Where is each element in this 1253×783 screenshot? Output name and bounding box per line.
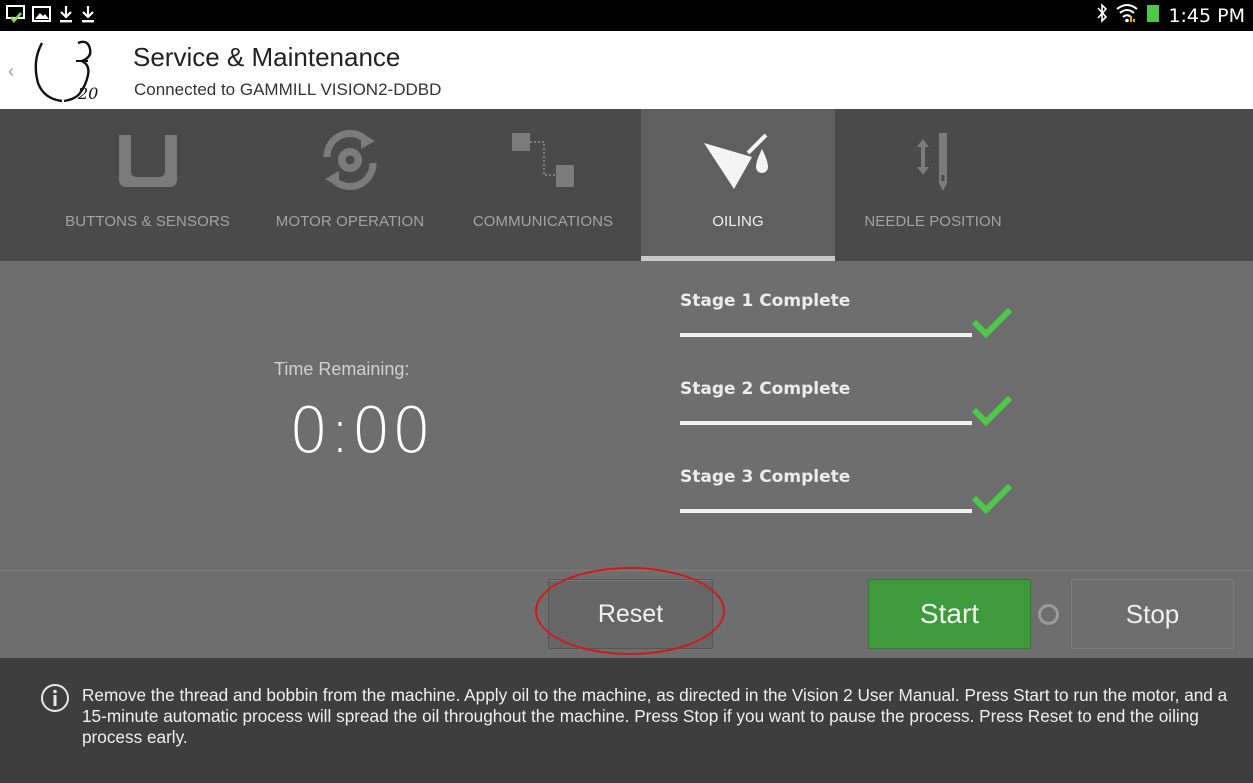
oiling-instructions: Remove the thread and bobbin from the ma… — [82, 685, 1228, 747]
stage-2-progress: Stage 2 Complete — [680, 379, 1020, 439]
tab-label: COMMUNICATIONS — [472, 213, 614, 230]
checkmark-icon — [971, 395, 1013, 433]
action-bar: ‹ 20 Service & Maintenance Connected to … — [0, 31, 1253, 109]
running-indicator-icon — [1038, 604, 1059, 625]
time-remaining-value: 0:00 — [289, 394, 433, 467]
download-icon — [80, 5, 96, 28]
checkmark-icon — [971, 307, 1013, 345]
gallery-icon — [32, 5, 52, 28]
control-button-row: Reset Start Stop — [0, 570, 1253, 658]
tab-label: OILING — [712, 213, 764, 230]
status-bar: 1:45 PM — [0, 0, 1253, 31]
oiling-panel: Time Remaining: 0:00 Stage 1 Complete St… — [0, 261, 1253, 570]
q20-logo[interactable]: 20 — [30, 37, 110, 103]
reset-button[interactable]: Reset — [548, 579, 713, 649]
status-bar-system: 1:45 PM — [1096, 3, 1245, 28]
page-title: Service & Maintenance — [133, 42, 401, 72]
tab-bar: BUTTONS & SENSORS MOTOR OPERATION COMMUN… — [0, 109, 1253, 261]
tab-communications[interactable]: COMMUNICATIONS — [448, 109, 638, 261]
info-icon — [40, 683, 72, 720]
stage-label: Stage 2 Complete — [680, 379, 851, 399]
stage-progress-fill — [680, 333, 972, 337]
tab-label: NEEDLE POSITION — [864, 213, 1002, 230]
wifi-icon — [1116, 3, 1139, 28]
needle-position-icon — [913, 131, 953, 198]
start-button[interactable]: Start — [868, 579, 1031, 649]
checkmark-icon — [971, 483, 1013, 521]
stage-label: Stage 1 Complete — [680, 291, 851, 311]
stop-button[interactable]: Stop — [1071, 579, 1234, 649]
communications-icon — [508, 131, 578, 196]
time-remaining-label: Time Remaining: — [274, 359, 410, 379]
info-panel: Remove the thread and bobbin from the ma… — [0, 658, 1253, 783]
stage-3-progress: Stage 3 Complete — [680, 467, 1020, 527]
status-bar-notifications — [6, 4, 96, 28]
tab-label: BUTTONS & SENSORS — [65, 213, 230, 230]
stage-progress-track — [680, 509, 972, 513]
oil-can-icon — [698, 131, 778, 198]
status-clock: 1:45 PM — [1168, 4, 1245, 27]
u-sensor-icon — [115, 131, 181, 196]
stage-progress-track — [680, 421, 972, 425]
bluetooth-icon — [1096, 3, 1108, 28]
stage-progress-fill — [680, 421, 972, 425]
motor-rotate-icon — [315, 127, 385, 198]
stage-label: Stage 3 Complete — [680, 467, 851, 487]
stage-progress-fill — [680, 509, 972, 513]
connection-status: Connected to GAMMILL VISION2-DDBD — [134, 80, 442, 99]
tab-motor-operation[interactable]: MOTOR OPERATION — [255, 109, 445, 261]
notification-check-icon — [6, 4, 26, 28]
stage-progress-track — [680, 333, 972, 337]
tab-needle-position[interactable]: NEEDLE POSITION — [838, 109, 1028, 261]
tab-label: MOTOR OPERATION — [275, 213, 425, 230]
svg-text:20: 20 — [77, 84, 98, 103]
tab-buttons-sensors[interactable]: BUTTONS & SENSORS — [50, 109, 245, 261]
stage-1-progress: Stage 1 Complete — [680, 291, 1020, 351]
tab-oiling[interactable]: OILING — [641, 109, 835, 261]
download-icon — [58, 5, 74, 28]
back-chevron-icon[interactable]: ‹ — [8, 61, 14, 82]
battery-icon — [1146, 3, 1160, 28]
